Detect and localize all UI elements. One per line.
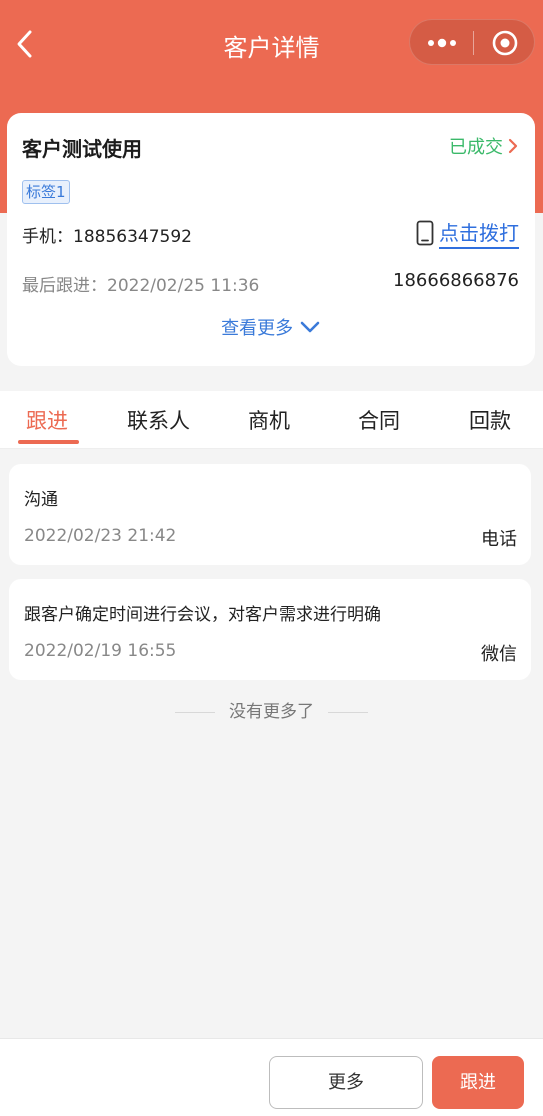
- chevron-right-icon: [508, 138, 518, 154]
- last-follow-time: 2022/02/25 11:36: [107, 276, 260, 296]
- phone-row: 手机：18856347592: [22, 222, 192, 247]
- record-content: 沟通: [24, 490, 58, 510]
- deal-status-link[interactable]: 已成交: [449, 133, 519, 159]
- record-content: 跟客户确定时间进行会议，对客户需求进行明确: [24, 605, 381, 625]
- target-circle-icon: [492, 30, 518, 56]
- bottom-action-bar: 更多 跟进: [0, 1038, 543, 1116]
- see-more-label: 查看更多: [221, 318, 294, 339]
- page: 客户详情 客户测试使用 已成交 标签1 手机：18856347592 点击拨打 …: [0, 0, 543, 1116]
- customer-info-card: 客户测试使用 已成交 标签1 手机：18856347592 点击拨打 最后跟进：…: [7, 113, 535, 366]
- more-options-button[interactable]: [410, 20, 473, 66]
- divider-line: [328, 711, 368, 713]
- customer-name: 客户测试使用: [22, 137, 142, 161]
- end-of-list-text: 没有更多了: [229, 702, 314, 722]
- phone-label: 手机：: [22, 227, 73, 247]
- chevron-down-icon: [300, 321, 320, 333]
- detail-tabs: 跟进 联系人 商机 合同 回款: [0, 391, 543, 449]
- dial-button[interactable]: 点击拨打: [416, 217, 519, 249]
- active-tab-indicator: [18, 440, 79, 444]
- record-time: 2022/02/19 16:55: [24, 641, 177, 661]
- close-mini-program-button[interactable]: [474, 20, 536, 66]
- nav-bar: 客户详情: [0, 0, 543, 88]
- record-time: 2022/02/23 21:42: [24, 526, 177, 546]
- add-follow-up-button[interactable]: 跟进: [432, 1056, 524, 1109]
- tab-payments[interactable]: 回款: [469, 405, 511, 435]
- tab-opportunities[interactable]: 商机: [248, 405, 290, 435]
- tab-contracts[interactable]: 合同: [358, 405, 400, 435]
- follow-up-record[interactable]: 沟通 2022/02/23 21:42 电话: [9, 464, 531, 565]
- mobile-phone-icon: [416, 220, 434, 246]
- divider-line: [175, 711, 215, 713]
- see-more-button[interactable]: 查看更多: [7, 314, 535, 340]
- secondary-phone: 18666866876: [393, 270, 519, 291]
- more-actions-button[interactable]: 更多: [269, 1056, 423, 1109]
- last-follow-label: 最后跟进：: [22, 276, 107, 296]
- last-follow-row: 最后跟进：2022/02/25 11:36: [22, 271, 259, 296]
- more-dots-icon: [428, 38, 456, 48]
- tab-follow-up[interactable]: 跟进: [26, 405, 68, 435]
- customer-tag: 标签1: [22, 180, 70, 204]
- phone-number: 18856347592: [73, 227, 192, 247]
- mini-program-capsule: [409, 19, 535, 65]
- dial-label: 点击拨打: [439, 217, 519, 249]
- end-of-list-indicator: 没有更多了: [0, 697, 543, 722]
- record-type: 电话: [481, 529, 517, 550]
- deal-status-label: 已成交: [449, 137, 503, 158]
- record-type: 微信: [481, 644, 517, 665]
- tab-contacts[interactable]: 联系人: [127, 405, 190, 435]
- follow-up-record[interactable]: 跟客户确定时间进行会议，对客户需求进行明确 2022/02/19 16:55 微…: [9, 579, 531, 680]
